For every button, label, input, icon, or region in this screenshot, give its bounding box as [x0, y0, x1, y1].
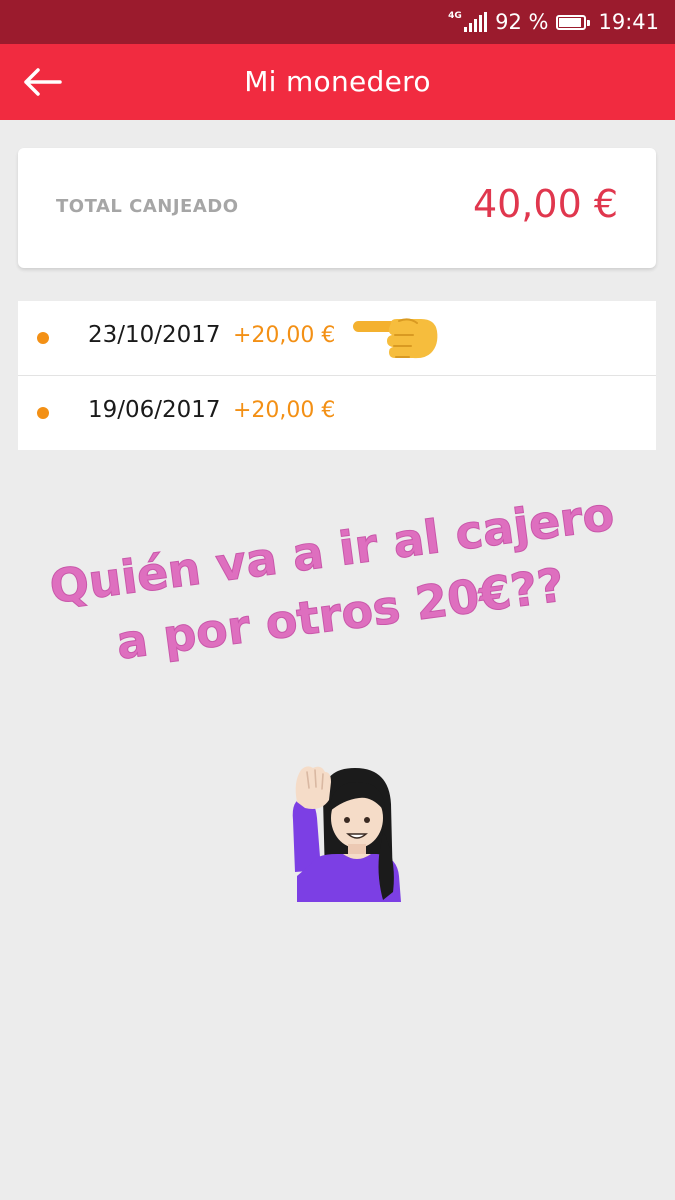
total-card: TOTAL CANJEADO 40,00 € [18, 148, 656, 268]
bullet-dot-icon [37, 407, 49, 419]
status-bar: 4G 92 % 19:41 [0, 0, 675, 44]
app-bar: Mi monedero [0, 44, 675, 120]
woman-raising-hand-icon [292, 766, 401, 902]
transaction-list: 23/10/2017 +20,00 € 19/06/2017 +20,00 € [18, 301, 656, 450]
transaction-amount: +20,00 € [233, 398, 336, 423]
list-item[interactable]: 23/10/2017 +20,00 € [18, 301, 656, 375]
status-icons: 4G 92 % 19:41 [448, 0, 659, 44]
arrow-left-icon [24, 68, 62, 96]
clock: 19:41 [598, 10, 659, 34]
transaction-date: 19/06/2017 [88, 397, 221, 423]
bullet-dot-icon [37, 332, 49, 344]
battery-icon [556, 14, 591, 30]
battery-percent: 92 % [495, 10, 549, 34]
back-button[interactable] [14, 54, 70, 110]
overlay-caption: Quién va a ir al cajero a por otros 20€?… [30, 479, 642, 684]
signal-icon: 4G [448, 12, 488, 32]
network-type: 4G [448, 11, 462, 21]
total-value: 40,00 € [472, 182, 618, 226]
list-item[interactable]: 19/06/2017 +20,00 € [18, 375, 656, 450]
transaction-date: 23/10/2017 [88, 322, 221, 348]
transaction-amount: +20,00 € [233, 323, 336, 348]
page-title: Mi monedero [244, 65, 431, 98]
pointing-left-hand-icon [353, 318, 438, 359]
total-label: TOTAL CANJEADO [56, 196, 239, 217]
